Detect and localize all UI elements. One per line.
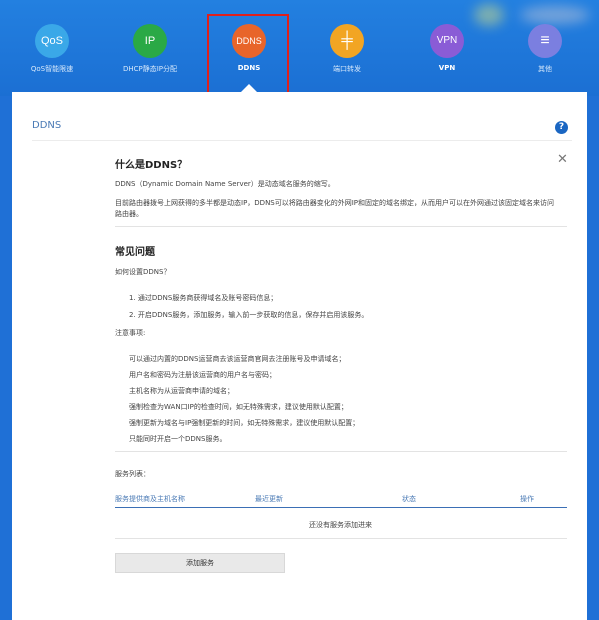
note-item: 用户名和密码为注册该运营商的用户名与密码； bbox=[129, 371, 276, 379]
note-item: 强制更新为域名与IP强制更新的时间，如无特殊需求，建议使用默认配置； bbox=[129, 419, 360, 427]
background-decoration bbox=[520, 6, 590, 24]
nav-item-vpn[interactable]: VPN VPN bbox=[397, 24, 497, 72]
section-divider bbox=[115, 226, 567, 227]
note-item: 强制检查为WAN口IP的检查时间，如无特殊需求，建议使用默认配置； bbox=[129, 403, 348, 411]
background-decoration bbox=[474, 4, 504, 26]
table-header-underline bbox=[115, 507, 567, 508]
top-navigation-bar: QoS QoS智能限速 IP DHCP静态IP分配 DDNS DDNS ╪ 端口… bbox=[0, 0, 599, 102]
nav-item-qos[interactable]: QoS QoS智能限速 bbox=[2, 24, 102, 74]
intro-text: DDNS（Dynamic Domain Name Server）是动态域名服务的… bbox=[115, 180, 335, 188]
column-header: 服务提供商及主机名称 bbox=[115, 495, 185, 503]
menu-icon: ≡ bbox=[528, 24, 562, 58]
close-icon[interactable]: ✕ bbox=[557, 153, 568, 166]
notes-title: 注意事项: bbox=[115, 329, 146, 337]
intro-title: 什么是DDNS？ bbox=[115, 160, 188, 171]
active-tab-indicator bbox=[241, 84, 257, 92]
vpn-icon: VPN bbox=[430, 24, 464, 58]
column-header: 状态 bbox=[402, 495, 416, 503]
nav-item-port-forward[interactable]: ╪ 端口转发 bbox=[297, 24, 397, 74]
faq-step: 2. 开启DDNS服务，添加服务，输入前一步获取的信息，保存并启用该服务。 bbox=[129, 311, 369, 319]
header-divider bbox=[32, 140, 572, 141]
table-bottom-divider bbox=[115, 538, 567, 539]
nav-item-dhcp[interactable]: IP DHCP静态IP分配 bbox=[100, 24, 200, 74]
page-title: DDNS bbox=[32, 120, 62, 131]
nav-label: 端口转发 bbox=[333, 65, 361, 73]
note-item: 可以通过内置的DDNS运营商去该运营商官网去注册账号及申请域名； bbox=[129, 355, 346, 363]
add-service-button[interactable]: 添加服务 bbox=[115, 553, 285, 573]
note-item: 只能同时开启一个DDNS服务。 bbox=[129, 435, 227, 443]
section-divider bbox=[115, 451, 567, 452]
faq-title: 常见问题 bbox=[115, 247, 155, 258]
service-table-header: 服务提供商及主机名称 最近更新 状态 操作 bbox=[115, 494, 567, 508]
nav-label: QoS智能限速 bbox=[30, 65, 74, 73]
note-item: 主机名称为从运营商申请的域名； bbox=[129, 387, 234, 395]
qos-icon: QoS bbox=[35, 24, 69, 58]
nav-label: VPN bbox=[438, 64, 456, 72]
service-list-title: 服务列表： bbox=[115, 470, 150, 478]
faq-step: 1. 通过DDNS服务商获得域名及账号密码信息； bbox=[129, 294, 278, 302]
ip-icon: IP bbox=[133, 24, 167, 58]
intro-text: 目前路由器拨号上网获得的多半都是动态IP，DDNS可以将路由器变化的外网IP和固… bbox=[115, 199, 555, 207]
nav-label: 其他 bbox=[538, 65, 552, 73]
help-icon[interactable]: ? bbox=[555, 121, 568, 134]
intro-text: 路由器。 bbox=[115, 210, 143, 218]
faq-question: 如何设置DDNS？ bbox=[115, 268, 171, 276]
column-header: 操作 bbox=[520, 495, 534, 503]
nav-label: DHCP静态IP分配 bbox=[122, 65, 178, 73]
column-header: 最近更新 bbox=[255, 495, 283, 503]
empty-table-message: 还没有服务添加进来 bbox=[309, 521, 372, 529]
nav-item-other[interactable]: ≡ 其他 bbox=[495, 24, 595, 74]
port-forward-icon: ╪ bbox=[330, 24, 364, 58]
